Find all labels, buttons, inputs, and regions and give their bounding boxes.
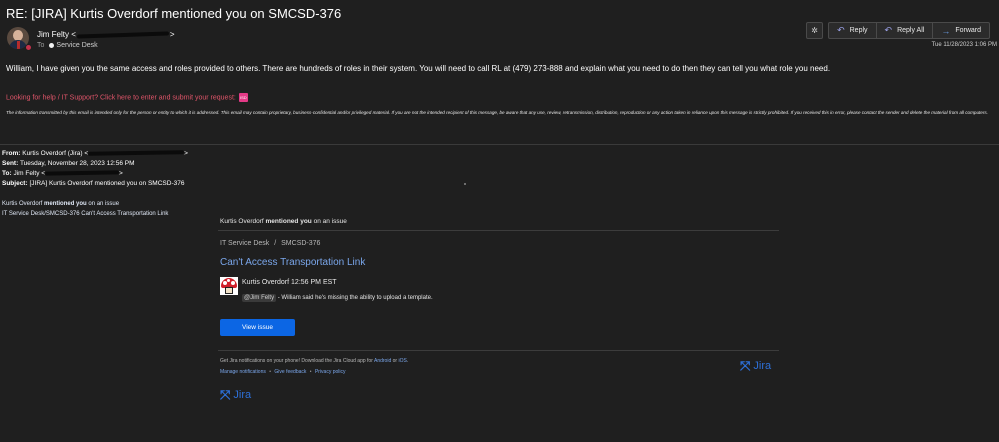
breadcrumb: IT Service Desk / SMCSD-376 <box>220 240 321 247</box>
redacted-email <box>45 170 120 176</box>
reply-all-button[interactable]: ↶ Reply All <box>876 22 934 39</box>
ios-link[interactable]: iOS <box>398 358 406 364</box>
sender-name[interactable]: Jim Felty <box>37 30 69 39</box>
it-support-link[interactable]: Looking for help / IT Support? Click her… <box>6 93 248 102</box>
privacy-policy-link[interactable]: Privacy policy <box>315 369 346 375</box>
notification-heading: Kurtis Overdorf mentioned you on an issu… <box>220 218 347 225</box>
mention-tag[interactable]: @Jim Felty <box>242 294 277 302</box>
android-link[interactable]: Android <box>374 358 391 364</box>
recipient-line: To Service Desk <box>37 42 98 49</box>
forward-button[interactable]: → Forward <box>933 22 990 39</box>
footer-links: Manage notifications • Give feedback • P… <box>220 369 346 375</box>
redacted-email <box>76 31 169 39</box>
to-label: To <box>37 42 45 49</box>
sent-date: Tue 11/28/2023 1:06 PM <box>931 42 997 48</box>
service-desk-badge-icon[interactable]: ISD <box>238 93 248 102</box>
recipient-name[interactable]: Service Desk <box>56 42 97 49</box>
apps-icon: ✲ <box>811 26 818 35</box>
comment-time: 12:56 PM EST <box>291 279 337 286</box>
reply-button[interactable]: ↶ Reply <box>828 22 877 39</box>
confidentiality-disclaimer: The information transmitted by this emai… <box>6 110 988 115</box>
recipient-status-icon <box>49 42 55 48</box>
issue-title-link[interactable]: Can't Access Transportation Link <box>220 257 365 268</box>
jira-logo: ⤧ Jira <box>740 358 772 373</box>
card-divider <box>218 350 779 351</box>
message-toolbar: ✲ ↶ Reply ↶ Reply All → Forward <box>806 22 990 39</box>
email-subject: RE: [JIRA] Kurtis Overdorf mentioned you… <box>6 6 342 21</box>
forward-icon: → <box>941 25 951 36</box>
footer-app-text: Get Jira notifications on your phone! Do… <box>220 358 409 364</box>
presence-busy-icon <box>25 44 32 51</box>
plain-mention-text: Kurtis Overdorf mentioned you on an issu… <box>2 201 169 217</box>
manage-notifications-link[interactable]: Manage notifications <box>220 369 266 375</box>
redacted-email <box>88 150 185 157</box>
comment-author: Kurtis Overdorf 12:56 PM EST <box>242 279 337 286</box>
jira-icon: ⤧ <box>740 358 751 373</box>
quoted-header: From: Kurtis Overdorf (Jira) < > Sent: Tu… <box>2 150 188 187</box>
comment-body: @Jim Felty - William said he's missing t… <box>242 294 433 302</box>
divider <box>0 144 999 145</box>
commenter-avatar <box>220 277 238 295</box>
reply-icon: ↶ <box>837 25 845 35</box>
sender-line[interactable]: Jim Felty < > <box>37 30 175 39</box>
email-body: William, I have given you the same acces… <box>6 64 831 73</box>
breadcrumb-issue[interactable]: SMCSD-376 <box>281 240 320 247</box>
reply-all-icon: ↶ <box>884 25 893 35</box>
card-divider <box>218 230 779 231</box>
issue-path: IT Service Desk/SMCSD-376 Can't Access T… <box>2 211 169 217</box>
apps-button[interactable]: ✲ <box>806 22 824 39</box>
breadcrumb-project[interactable]: IT Service Desk <box>220 240 269 247</box>
view-issue-button[interactable]: View issue <box>220 319 295 336</box>
jira-logo: ⤧ Jira <box>220 387 252 402</box>
jira-icon: ⤧ <box>220 387 231 402</box>
give-feedback-link[interactable]: Give feedback <box>274 369 306 375</box>
